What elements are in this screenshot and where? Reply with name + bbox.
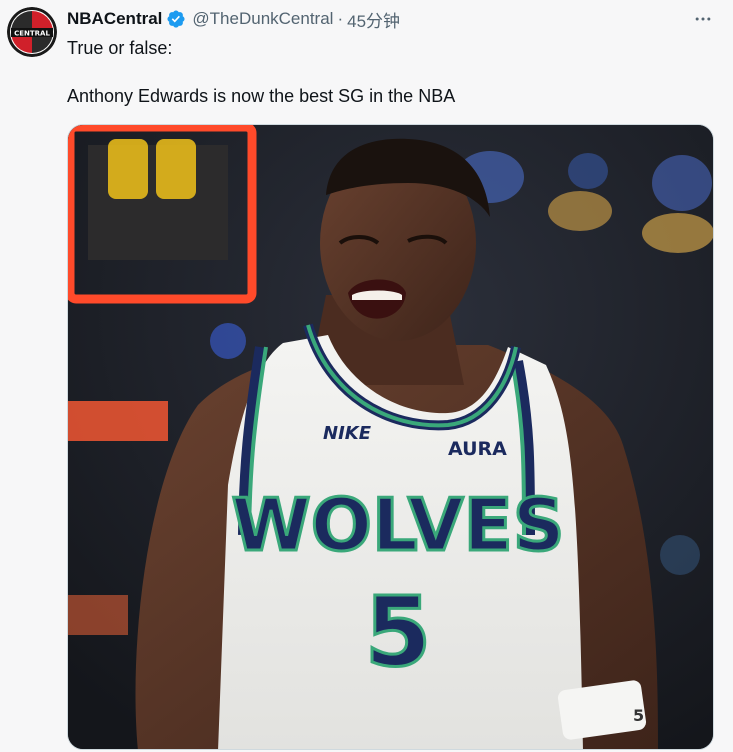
jersey-number-text: 5	[365, 576, 432, 688]
player-photo: NIKE AURA WOLVES 5 5	[68, 125, 713, 749]
tweet-text-line-2: Anthony Edwards is now the best SG in th…	[67, 86, 456, 106]
more-options-icon[interactable]	[693, 9, 713, 29]
display-name[interactable]: NBACentral	[67, 9, 162, 29]
verified-badge-icon[interactable]	[166, 9, 186, 29]
wristband-text: 5	[633, 706, 644, 725]
jersey-team-text: WOLVES	[231, 483, 564, 567]
avatar-logo-text: CENTRAL	[14, 30, 50, 38]
user-handle[interactable]: @TheDunkCentral	[192, 9, 333, 29]
tweet-card[interactable]: CENTRAL NBACentral @TheDunkCentral · 45分…	[0, 0, 733, 752]
avatar[interactable]: CENTRAL	[7, 7, 57, 57]
tweet-header: NBACentral @TheDunkCentral · 45分钟	[67, 7, 733, 32]
jersey-sponsor-text: AURA	[448, 438, 507, 460]
separator-dot: ·	[337, 9, 344, 28]
tweet-text-line-1: True or false:	[67, 38, 173, 58]
jersey-brand-text: NIKE	[323, 423, 372, 444]
nba-central-logo: CENTRAL	[7, 7, 57, 57]
tweet-media-image[interactable]: NIKE AURA WOLVES 5 5	[67, 124, 714, 750]
timestamp[interactable]: 45分钟	[347, 7, 400, 32]
